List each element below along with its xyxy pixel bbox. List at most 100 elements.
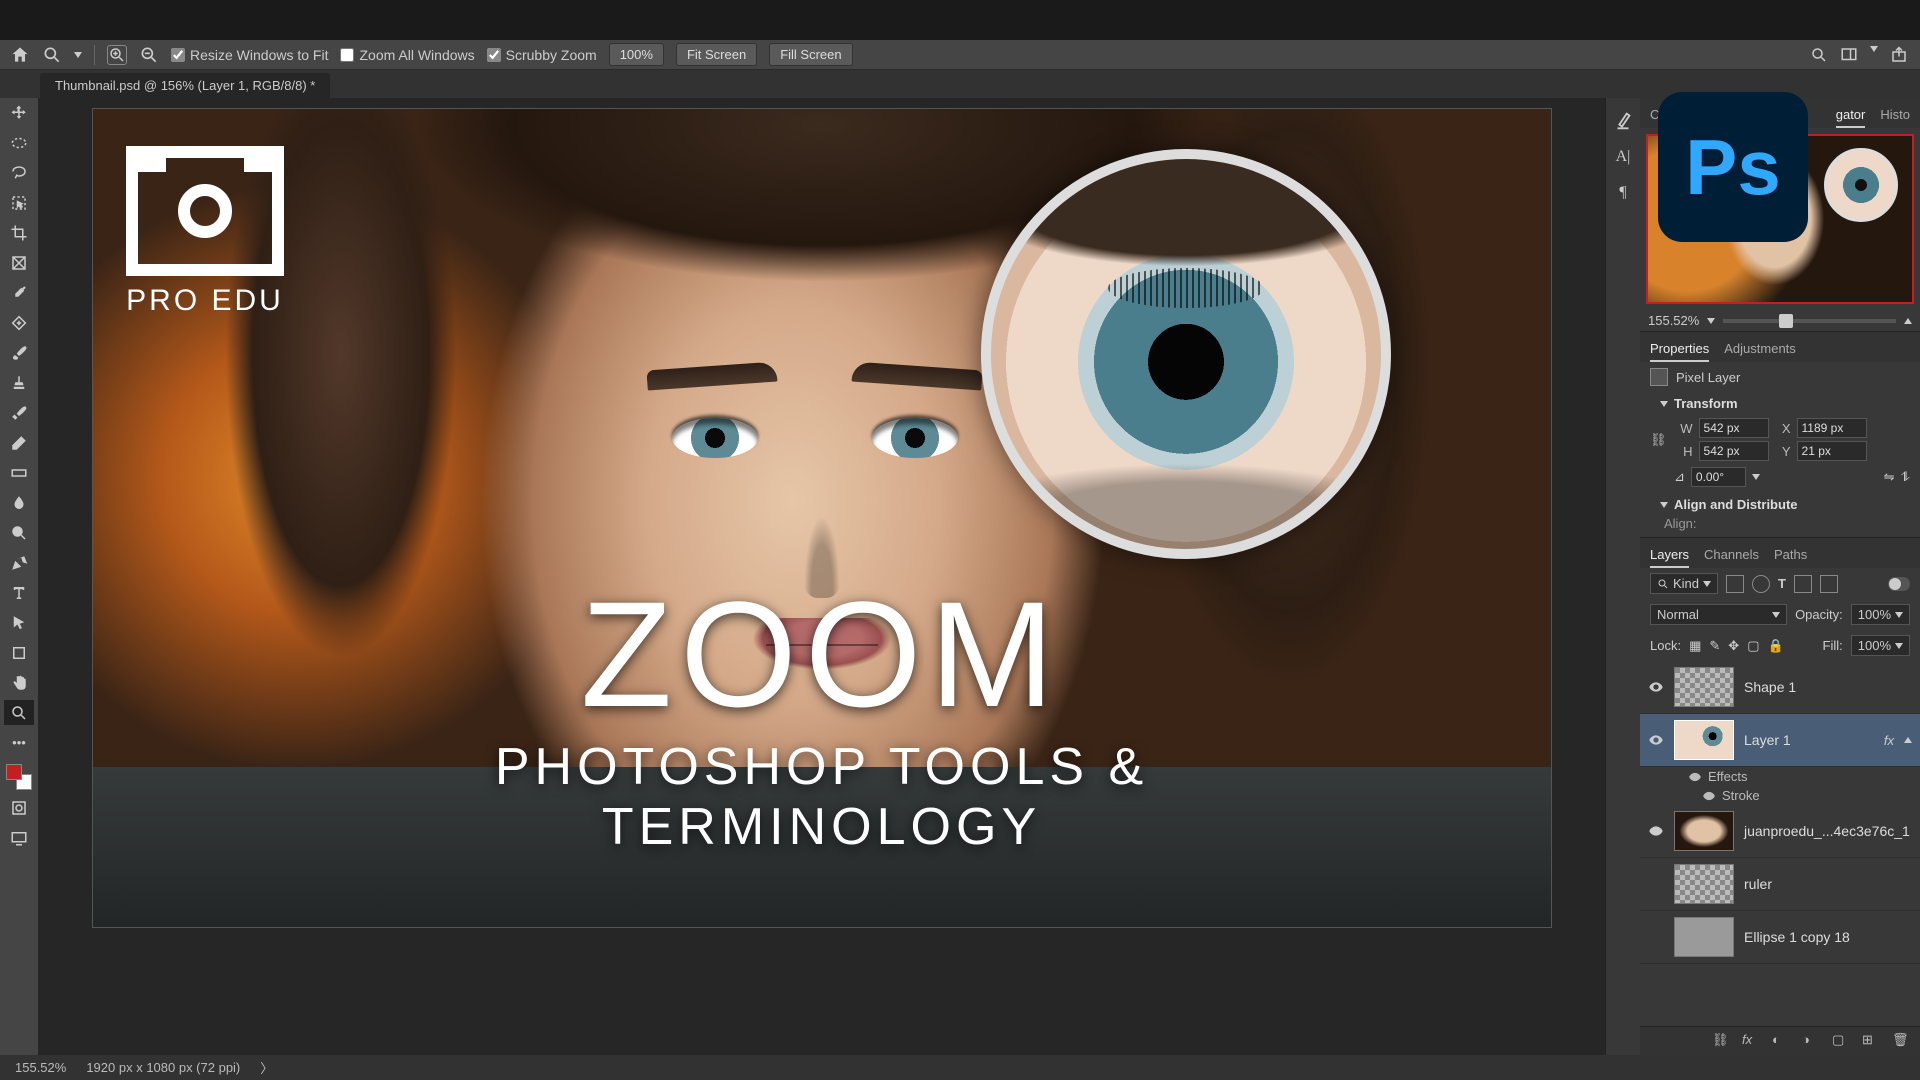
tab-adjustments[interactable]: Adjustments [1724,337,1796,362]
screenmode-toggle[interactable] [4,825,34,850]
layer-name[interactable]: Layer 1 [1744,732,1791,748]
lock-transparent-icon[interactable]: ▦ [1689,638,1701,654]
lasso-tool[interactable] [4,160,34,185]
home-icon[interactable] [10,45,30,65]
layer-thumbnail[interactable] [1674,917,1734,957]
visibility-toggle[interactable] [1648,929,1664,945]
layer-effect-stroke[interactable]: Stroke [1640,786,1920,805]
zoom-all-option[interactable]: Zoom All Windows [340,47,474,63]
blend-mode-select[interactable]: Normal [1650,604,1787,625]
lock-all-icon[interactable]: 🔒 [1767,638,1783,654]
layer-row[interactable]: Layer 1 fx [1640,714,1920,767]
zoom-out-btn[interactable] [1707,318,1715,324]
zoom-in-icon[interactable] [107,45,127,65]
blur-tool[interactable] [4,490,34,515]
character-panel-icon[interactable]: A| [1612,146,1634,168]
flip-v-icon[interactable]: ⥮ [1901,469,1910,485]
width-input[interactable] [1699,418,1769,438]
visibility-toggle[interactable] [1648,876,1664,892]
x-input[interactable] [1797,418,1867,438]
document-tab[interactable]: Thumbnail.psd @ 156% (Layer 1, RGB/8/8) … [40,73,330,98]
lock-artboard-icon[interactable]: ▢ [1747,638,1759,654]
zoom-out-icon[interactable] [139,45,159,65]
tab-channels[interactable]: Channels [1704,543,1759,568]
lock-position-icon[interactable]: ✥ [1728,638,1739,654]
height-input[interactable] [1699,441,1769,461]
hand-tool[interactable] [4,670,34,695]
layer-thumbnail[interactable] [1674,864,1734,904]
color-swatches[interactable] [6,764,32,790]
tab-layers[interactable]: Layers [1650,543,1689,568]
visibility-toggle[interactable] [1648,823,1664,839]
marquee-tool[interactable] [4,130,34,155]
visibility-toggle[interactable] [1648,732,1664,748]
zoom-tool-icon[interactable] [42,45,62,65]
y-input[interactable] [1797,441,1867,461]
zoom-slider[interactable] [1723,319,1896,323]
filter-toggle[interactable] [1888,577,1910,591]
eraser-tool[interactable] [4,430,34,455]
link-layers-icon[interactable]: ⛓ [1712,1032,1730,1050]
quickmask-toggle[interactable] [4,795,34,820]
layer-fx-icon[interactable]: fx [1742,1032,1760,1050]
link-wh-icon[interactable]: ⛓ [1650,432,1667,448]
layer-thumbnail[interactable] [1674,720,1734,760]
fit-screen-button[interactable]: Fit Screen [676,43,757,66]
filter-smart-icon[interactable] [1820,575,1838,593]
workspace-dropdown[interactable] [1870,46,1878,52]
paragraph-panel-icon[interactable]: ¶ [1612,182,1634,204]
zoom-tool[interactable] [4,700,34,725]
flip-h-icon[interactable]: ⇋ [1884,469,1895,485]
shape-tool[interactable] [4,640,34,665]
delete-layer-icon[interactable]: 🗑 [1892,1032,1910,1050]
layer-mask-icon[interactable]: ◐ [1772,1032,1790,1050]
brush-settings-icon[interactable] [1612,110,1634,132]
fx-collapse[interactable] [1904,737,1912,743]
layer-thumbnail[interactable] [1674,811,1734,851]
path-select-tool[interactable] [4,610,34,635]
angle-dropdown[interactable] [1752,474,1760,480]
tab-properties[interactable]: Properties [1650,337,1709,362]
layer-filter-kind[interactable]: Kind [1650,573,1718,594]
object-select-tool[interactable] [4,190,34,215]
tool-preset-dropdown[interactable] [74,52,82,58]
dodge-tool[interactable] [4,520,34,545]
adjustment-layer-icon[interactable]: ◑ [1802,1032,1820,1050]
workspace-icon[interactable] [1840,46,1858,67]
resize-windows-option[interactable]: Resize Windows to Fit [171,47,328,63]
status-zoom[interactable]: 155.52% [15,1060,66,1075]
eyedropper-tool[interactable] [4,280,34,305]
layer-name[interactable]: juanproedu_...4ec3e76c_1 [1744,823,1910,839]
group-icon[interactable]: ▢ [1832,1032,1850,1050]
status-dims[interactable]: 1920 px x 1080 px (72 ppi) [86,1060,240,1075]
opacity-input[interactable]: 100% [1851,604,1910,625]
crop-tool[interactable] [4,220,34,245]
transform-section[interactable]: Transform [1650,392,1910,415]
align-section[interactable]: Align and Distribute [1650,493,1910,516]
layer-row[interactable]: Ellipse 1 copy 18 [1640,911,1920,964]
zoom-in-btn[interactable] [1904,318,1912,324]
tab-histogram[interactable]: Histo [1880,103,1910,128]
tab-paths[interactable]: Paths [1774,543,1807,568]
move-tool[interactable] [4,100,34,125]
pen-tool[interactable] [4,550,34,575]
share-icon[interactable] [1890,46,1908,67]
frame-tool[interactable] [4,250,34,275]
scrubby-zoom-option[interactable]: Scrubby Zoom [487,47,597,63]
document-canvas[interactable]: ZOOM PHOTOSHOP TOOLS & TERMINOLOGY [92,108,1552,928]
layer-name[interactable]: Shape 1 [1744,679,1796,695]
layer-row[interactable]: juanproedu_...4ec3e76c_1 [1640,805,1920,858]
status-more[interactable]: 〉 [260,1058,273,1077]
history-brush-tool[interactable] [4,400,34,425]
layer-thumbnail[interactable] [1674,667,1734,707]
layer-row[interactable]: ruler [1640,858,1920,911]
brush-tool[interactable] [4,340,34,365]
fx-badge[interactable]: fx [1884,733,1894,748]
layer-name[interactable]: Ellipse 1 copy 18 [1744,929,1850,945]
filter-shape-icon[interactable] [1794,575,1812,593]
new-layer-icon[interactable]: ⊞ [1862,1032,1880,1050]
layer-row[interactable]: Shape 1 [1640,661,1920,714]
fill-screen-button[interactable]: Fill Screen [769,43,852,66]
lock-image-icon[interactable]: ✎ [1709,638,1720,654]
canvas-area[interactable]: ZOOM PHOTOSHOP TOOLS & TERMINOLOGY PRO E… [38,98,1605,1055]
